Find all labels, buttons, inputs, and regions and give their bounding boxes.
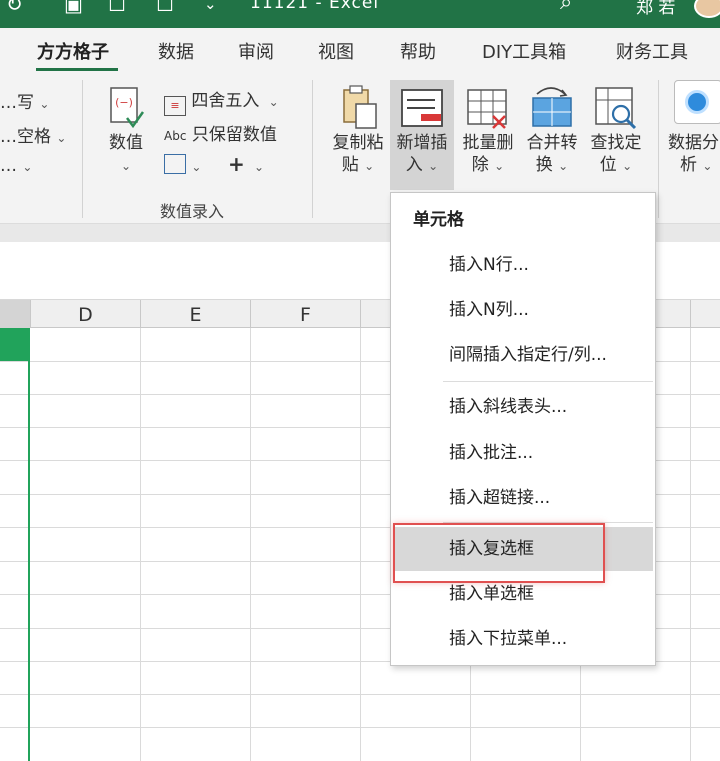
data-analysis-label: 数据分 bbox=[668, 133, 719, 153]
round-label: 四舍五入 bbox=[191, 91, 260, 111]
data-analysis-icon bbox=[674, 80, 720, 124]
chevron-down-icon: ⌄ bbox=[702, 159, 713, 173]
batch-delete-label: 批量删 bbox=[462, 133, 514, 153]
menu-item-insert-radio[interactable]: 插入单选框 bbox=[395, 572, 653, 616]
user-name[interactable]: 郑 若 bbox=[636, 0, 675, 18]
quick-access-icon-c[interactable]: ☐ bbox=[156, 0, 174, 16]
tab-data[interactable]: 数据 bbox=[158, 38, 194, 64]
menu-item-insert-hyperlink[interactable]: 插入超链接... bbox=[395, 476, 653, 520]
batch-delete-button[interactable]: 批量删 除 ⌄ bbox=[456, 84, 520, 188]
partial-command-1[interactable]: …写 ⌄ bbox=[0, 88, 49, 113]
selection-border bbox=[28, 361, 30, 761]
insert-rows-icon bbox=[401, 89, 443, 127]
merge-convert-label: 合并转 bbox=[526, 133, 578, 153]
value-button[interactable]: (−) 数值 ⌄ bbox=[100, 84, 152, 184]
column-header-f[interactable]: F bbox=[250, 300, 360, 328]
quick-access-dropdown-icon[interactable]: ⌄ bbox=[204, 0, 217, 13]
plus-dropdown-button[interactable]: + ⌄ bbox=[228, 152, 264, 176]
tab-diy-toolbox[interactable]: DIY工具箱 bbox=[482, 38, 566, 64]
numeric-group-label: 数值录入 bbox=[160, 202, 225, 221]
partial-command-3[interactable]: … ⌄ bbox=[0, 156, 32, 176]
copy-paste-label: 复制粘 bbox=[332, 133, 384, 153]
value-button-label: 数值 bbox=[109, 133, 143, 153]
menu-divider bbox=[443, 381, 653, 382]
find-magnifier-icon bbox=[595, 87, 637, 130]
grid-line bbox=[250, 328, 251, 761]
column-header-j[interactable] bbox=[690, 300, 720, 328]
keep-value-button[interactable]: Abc 只保留数值 bbox=[164, 120, 277, 145]
find-locate-label: 查找定 bbox=[590, 133, 642, 153]
svg-text:(−): (−) bbox=[115, 96, 133, 109]
merge-convert-button[interactable]: 合并转 换 ⌄ bbox=[520, 84, 584, 188]
quick-access-icon-b[interactable]: ☐ bbox=[108, 0, 126, 16]
menu-item-insert-n-rows[interactable]: 插入N行... bbox=[395, 243, 653, 287]
partial-command-2[interactable]: …空格 ⌄ bbox=[0, 122, 66, 147]
group-separator bbox=[312, 80, 313, 218]
insert-new-button[interactable]: 新增插 入 ⌄ bbox=[390, 80, 454, 190]
keep-value-label: 只保留数值 bbox=[191, 125, 277, 145]
menu-item-insert-comment[interactable]: 插入批注... bbox=[395, 431, 653, 475]
insert-new-label-2: 入 bbox=[405, 155, 423, 175]
copy-paste-label-2: 贴 bbox=[341, 155, 359, 175]
undo-icon[interactable]: ↻ bbox=[6, 0, 23, 16]
insert-new-label: 新增插 bbox=[396, 133, 448, 153]
clipboard-icon bbox=[343, 85, 377, 129]
value-icon: (−) bbox=[110, 87, 145, 129]
find-locate-button[interactable]: 查找定 位 ⌄ bbox=[584, 84, 648, 188]
title-bar: ↻ ▣ ☐ ☐ ⌄ 11121 - Excel ⌕ 郑 若 bbox=[0, 0, 720, 28]
group-separator bbox=[82, 80, 83, 218]
insert-dropdown-menu: 单元格 插入N行... 插入N列... 间隔插入指定行/列... 插入斜线表头.… bbox=[390, 192, 656, 666]
tab-fangfang[interactable]: 方方格子 bbox=[37, 38, 109, 64]
plus-icon: + bbox=[228, 152, 245, 176]
menu-divider bbox=[443, 522, 653, 523]
ribbon-tabs: 方方格子 数据 审阅 视图 帮助 DIY工具箱 财务工具 bbox=[0, 28, 720, 74]
tab-finance-tools[interactable]: 财务工具 bbox=[616, 38, 688, 64]
menu-section-header: 单元格 bbox=[413, 210, 464, 230]
tab-view[interactable]: 视图 bbox=[318, 38, 354, 64]
data-analysis-label-2: 析 bbox=[680, 155, 697, 175]
merge-convert-icon bbox=[532, 87, 572, 127]
grid-line bbox=[690, 328, 691, 761]
selected-cell[interactable] bbox=[0, 328, 30, 361]
chevron-down-icon: ⌄ bbox=[622, 159, 633, 173]
menu-item-interval-insert[interactable]: 间隔插入指定行/列... bbox=[395, 333, 653, 377]
merge-convert-label-2: 换 bbox=[535, 155, 553, 175]
chevron-down-icon: ⌄ bbox=[191, 160, 202, 174]
selected-column-header[interactable] bbox=[0, 300, 30, 328]
tab-help[interactable]: 帮助 bbox=[400, 38, 436, 64]
active-tab-indicator bbox=[36, 68, 118, 71]
tab-review[interactable]: 审阅 bbox=[238, 38, 274, 64]
menu-item-insert-diagonal-header[interactable]: 插入斜线表头... bbox=[395, 385, 653, 429]
round-icon: ≡ bbox=[164, 96, 186, 116]
column-header-d[interactable]: D bbox=[30, 300, 140, 328]
window-title: 11121 - Excel bbox=[250, 0, 380, 13]
chevron-down-icon: ⌄ bbox=[428, 159, 439, 173]
delete-grid-icon bbox=[467, 89, 507, 129]
menu-item-insert-checkbox[interactable]: 插入复选框 bbox=[395, 527, 653, 571]
grid-line bbox=[360, 328, 361, 761]
round-button[interactable]: ≡ 四舍五入 ⌄ bbox=[164, 86, 279, 116]
chevron-down-icon: ⌄ bbox=[250, 160, 265, 174]
chevron-down-icon: ⌄ bbox=[494, 159, 505, 173]
edit-dropdown-button[interactable]: ⌄ bbox=[164, 154, 201, 176]
group-separator bbox=[658, 80, 659, 218]
chevron-down-icon: ⌄ bbox=[120, 159, 132, 173]
menu-item-insert-dropdown[interactable]: 插入下拉菜单... bbox=[395, 617, 653, 661]
avatar[interactable] bbox=[694, 0, 720, 18]
menu-item-insert-n-columns[interactable]: 插入N列... bbox=[395, 288, 653, 332]
grid-line bbox=[140, 328, 141, 761]
search-icon[interactable]: ⌕ bbox=[560, 0, 572, 15]
column-header-e[interactable]: E bbox=[140, 300, 250, 328]
batch-delete-label-2: 除 bbox=[471, 155, 489, 175]
find-locate-label-2: 位 bbox=[599, 155, 617, 175]
quick-access-icon-a[interactable]: ▣ bbox=[64, 0, 83, 16]
chevron-down-icon: ⌄ bbox=[264, 95, 279, 109]
chevron-down-icon: ⌄ bbox=[364, 159, 375, 173]
chevron-down-icon: ⌄ bbox=[558, 159, 569, 173]
copy-paste-button[interactable]: 复制粘 贴 ⌄ bbox=[326, 84, 390, 188]
abc-icon: Abc bbox=[164, 129, 187, 143]
edit-icon bbox=[164, 154, 186, 174]
data-analysis-button[interactable]: 数据分 析 ⌄ bbox=[668, 80, 720, 184]
